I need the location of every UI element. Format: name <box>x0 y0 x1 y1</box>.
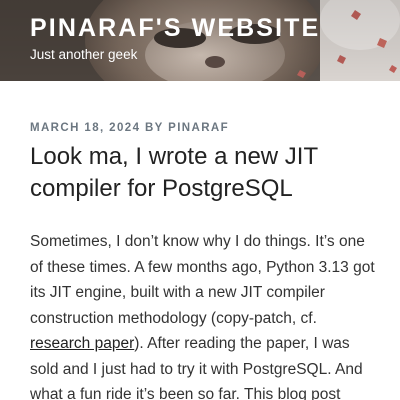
post-author-link[interactable]: PINARAF <box>168 122 229 134</box>
post-meta: MARCH 18, 2024 BY PINARAF <box>30 122 229 134</box>
research-paper-link[interactable]: research paper <box>30 335 134 352</box>
post-title[interactable]: Look ma, I wrote a new JIT compiler for … <box>30 141 375 205</box>
post-date-link[interactable]: MARCH 18, 2024 <box>30 122 140 134</box>
post-by-label: BY <box>144 122 169 134</box>
post-excerpt: Sometimes, I don’t know why I do things.… <box>30 229 375 400</box>
site-header: PINARAF'S WEBSITE Just another geek <box>0 0 400 81</box>
site-title-link[interactable]: PINARAF'S WEBSITE <box>30 14 320 43</box>
excerpt-text-before: Sometimes, I don’t know why I do things.… <box>30 233 375 327</box>
post-excerpt-paragraph: Sometimes, I don’t know why I do things.… <box>30 229 375 400</box>
main-content: MARCH 18, 2024 BY PINARAF Look ma, I wro… <box>0 81 400 400</box>
site-description: Just another geek <box>30 47 138 62</box>
